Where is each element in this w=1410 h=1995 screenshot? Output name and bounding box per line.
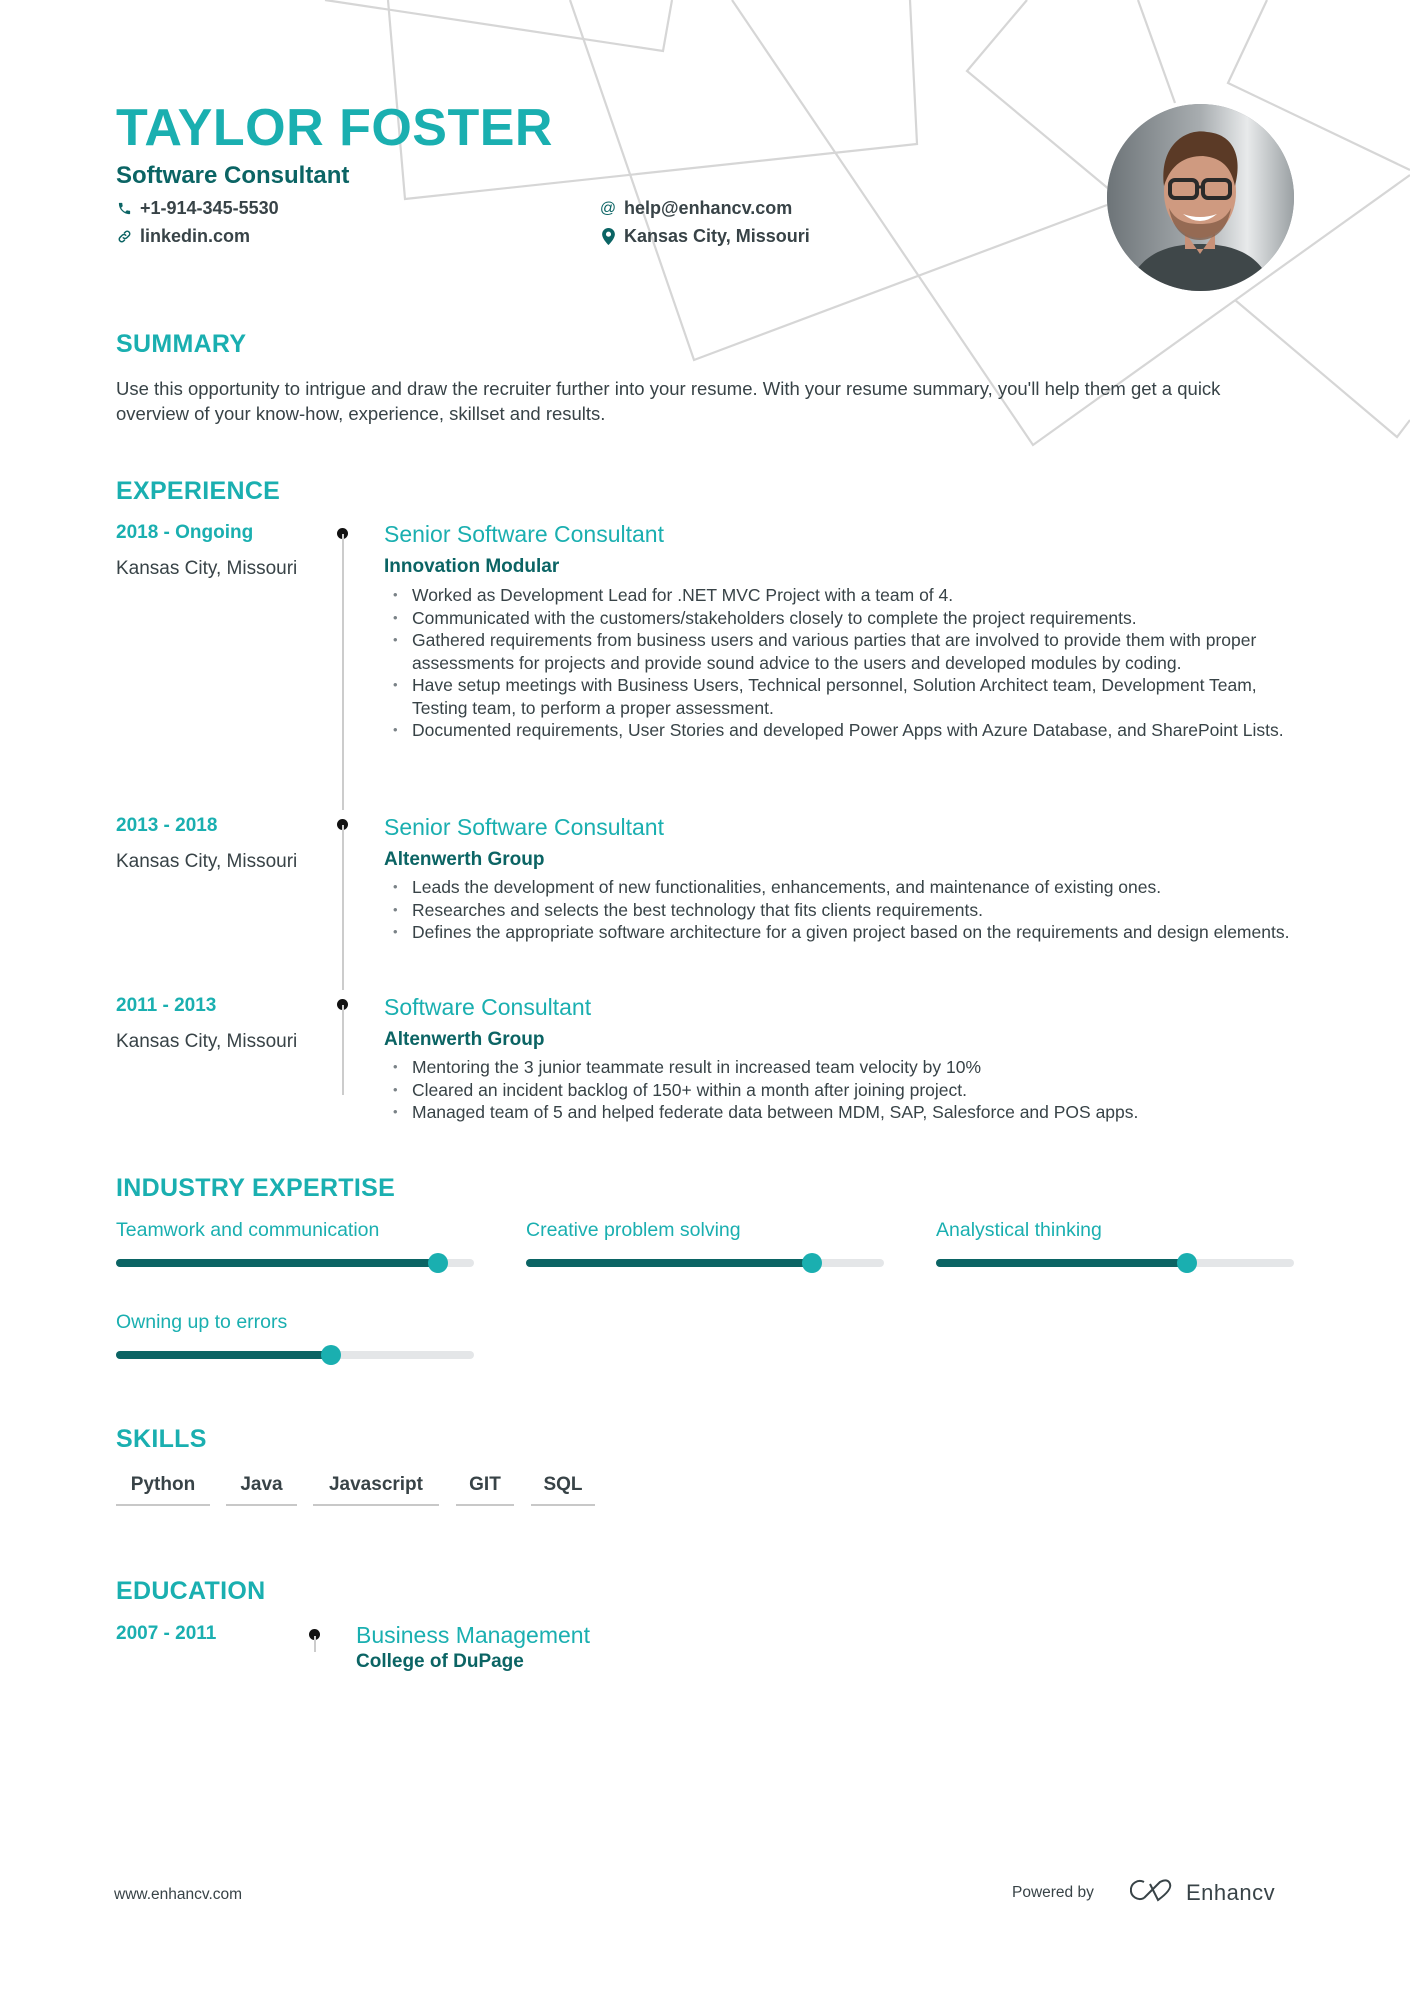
experience-location: Kansas City, Missouri	[116, 1031, 298, 1052]
link-icon	[116, 228, 132, 246]
expertise-label: Teamwork and communication	[116, 1219, 380, 1241]
experience-bullet: Documented requirements, User Stories an…	[384, 719, 1304, 742]
experience-bullets: Worked as Development Lead for .NET MVC …	[384, 584, 1304, 742]
enhancv-logo[interactable]: Enhancv	[1129, 1878, 1276, 1907]
contact-email[interactable]: @ help@enhancv.com	[600, 198, 792, 219]
experience-bullet: Managed team of 5 and helped federate da…	[384, 1101, 1304, 1124]
location-pin-icon	[600, 228, 616, 246]
experience-bullet: Have setup meetings with Business Users,…	[384, 674, 1304, 719]
bg-line	[568, 0, 1108, 362]
education-dates: 2007 - 2011	[116, 1623, 217, 1644]
expertise-level-bar	[116, 1345, 474, 1365]
experience-dates: 2011 - 2013	[116, 995, 217, 1016]
experience-bullet: Researches and selects the best technolo…	[384, 899, 1304, 922]
expertise-level-fill	[936, 1259, 1187, 1267]
expertise-level-fill	[116, 1351, 331, 1359]
experience-title: Senior Software Consultant	[384, 521, 664, 547]
section-title-education: EDUCATION	[116, 1577, 266, 1605]
enhancv-brand-text: Enhancv	[1186, 1879, 1276, 1905]
enhancv-logo-icon	[1129, 1878, 1176, 1907]
expertise-level-knob	[428, 1253, 449, 1273]
phone-value: +1-914-345-5530	[140, 198, 279, 218]
experience-location: Kansas City, Missouri	[116, 851, 298, 872]
contact-phone[interactable]: +1-914-345-5530	[116, 198, 279, 219]
section-title-summary: SUMMARY	[116, 330, 247, 358]
email-value: help@enhancv.com	[624, 198, 793, 218]
experience-bullet: Mentoring the 3 junior teammate result i…	[384, 1056, 1304, 1079]
location-value: Kansas City, Missouri	[624, 226, 810, 246]
experience-company: Altenwerth Group	[384, 1029, 545, 1050]
section-title-skills: SKILLS	[116, 1425, 207, 1453]
experience-bullets: Mentoring the 3 junior teammate result i…	[384, 1056, 1304, 1124]
expertise-level-knob	[1176, 1253, 1197, 1273]
expertise-level-bar	[526, 1253, 884, 1273]
footer-powered-by: Powered by	[1012, 1884, 1094, 1901]
expertise-level-fill	[526, 1259, 813, 1267]
profile-photo	[1107, 104, 1294, 291]
experience-title: Senior Software Consultant	[384, 814, 664, 840]
linkedin-value: linkedin.com	[140, 226, 251, 246]
skill-tag: SQL	[531, 1474, 595, 1506]
experience-bullet: Gathered requirements from business user…	[384, 629, 1304, 674]
skill-tag: Java	[226, 1474, 297, 1506]
experience-location: Kansas City, Missouri	[116, 558, 298, 579]
expertise-level-knob	[320, 1345, 341, 1365]
experience-dates: 2018 - Ongoing	[116, 522, 254, 543]
at-icon: @	[599, 199, 617, 217]
expertise-level-knob	[802, 1253, 823, 1273]
expertise-level-fill	[116, 1259, 439, 1267]
contact-linkedin[interactable]: linkedin.com	[116, 226, 250, 247]
phone-icon	[116, 200, 132, 218]
skill-tag: Javascript	[313, 1474, 439, 1506]
expertise-label: Owning up to errors	[116, 1311, 288, 1333]
timeline-line	[314, 1636, 316, 1652]
experience-bullet: Communicated with the customers/stakehol…	[384, 607, 1304, 630]
contact-location: Kansas City, Missouri	[600, 226, 810, 247]
section-title-experience: EXPERIENCE	[116, 477, 281, 505]
experience-company: Innovation Modular	[384, 556, 560, 577]
candidate-name: TAYLOR FOSTER	[116, 99, 553, 157]
summary-text: Use this opportunity to intrigue and dra…	[116, 378, 1221, 424]
expertise-level-bar	[116, 1253, 474, 1273]
bg-line	[965, 0, 1111, 191]
timeline-line	[342, 534, 344, 810]
skill-tag: GIT	[456, 1474, 514, 1506]
education-school: College of DuPage	[356, 1651, 524, 1672]
experience-bullets: Leads the development of new functionali…	[384, 876, 1304, 944]
education-degree: Business Management	[356, 1622, 590, 1648]
timeline-line	[342, 1005, 344, 1095]
expertise-level-bar	[936, 1253, 1294, 1273]
experience-bullet: Worked as Development Lead for .NET MVC …	[384, 584, 1304, 607]
experience-company: Altenwerth Group	[384, 849, 545, 870]
experience-title: Software Consultant	[384, 994, 592, 1020]
experience-bullet: Leads the development of new functionali…	[384, 876, 1304, 899]
bg-line	[324, 0, 674, 53]
footer-url-link[interactable]: www.enhancv.com	[114, 1886, 242, 1904]
expertise-label: Creative problem solving	[526, 1219, 741, 1241]
timeline-line	[342, 825, 344, 990]
experience-dates: 2013 - 2018	[116, 815, 218, 836]
experience-bullet: Defines the appropriate software archite…	[384, 921, 1304, 944]
candidate-role: Software Consultant	[116, 162, 350, 189]
experience-bullet: Cleared an incident backlog of 150+ with…	[384, 1079, 1304, 1102]
bg-line	[1136, 0, 1177, 104]
expertise-label: Analystical thinking	[936, 1219, 1102, 1241]
skill-tag: Python	[116, 1474, 210, 1506]
section-title-industry-expertise: INDUSTRY EXPERTISE	[116, 1174, 396, 1202]
